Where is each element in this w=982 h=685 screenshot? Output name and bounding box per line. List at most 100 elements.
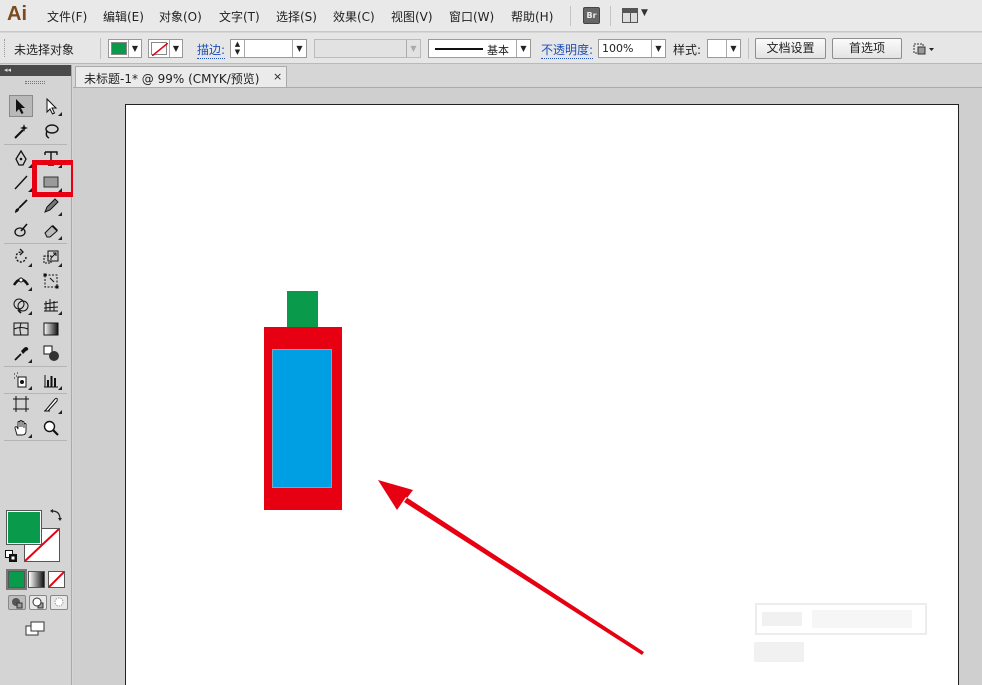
stroke-label-link[interactable]: 描边:: [197, 41, 226, 59]
arrange-icon[interactable]: [912, 41, 936, 57]
preferences-button[interactable]: 首选项: [832, 38, 902, 59]
menu-help[interactable]: 帮助(H): [511, 8, 553, 25]
opacity-value: 100%: [602, 42, 634, 55]
chevron-down-icon: ▼: [169, 40, 182, 57]
tool-flyout-indicator: [28, 287, 32, 291]
free-transform-tool[interactable]: [39, 270, 63, 292]
tools-panel: ◂◂: [0, 65, 72, 685]
tool-flyout-indicator: [28, 263, 32, 267]
document-setup-button[interactable]: 文档设置: [755, 38, 826, 59]
perspective-grid-tool[interactable]: [39, 294, 63, 316]
stroke-line-preview: [435, 48, 483, 50]
draw-normal-icon: [12, 598, 23, 609]
zoom-tool[interactable]: [39, 417, 63, 439]
none-mode-button[interactable]: [48, 571, 65, 588]
mesh-icon: [13, 322, 29, 336]
width-tool[interactable]: [9, 270, 33, 292]
fill-color-swatch[interactable]: [6, 510, 42, 545]
pen-tool[interactable]: [9, 147, 33, 169]
direct-selection-tool[interactable]: [39, 95, 63, 117]
chevron-down-icon[interactable]: ▼: [641, 8, 648, 18]
menu-edit[interactable]: 编辑(E): [103, 8, 144, 25]
symbol-sprayer-tool[interactable]: [9, 369, 33, 391]
shape-builder-tool[interactable]: [9, 294, 33, 316]
tool-flyout-indicator: [58, 263, 62, 267]
chevron-down-icon: ▼: [651, 40, 665, 57]
draw-behind-button[interactable]: [29, 595, 47, 610]
slice-tool[interactable]: [39, 393, 63, 415]
menu-window[interactable]: 窗口(W): [449, 8, 494, 25]
tool-separator: [4, 366, 67, 367]
opacity-label-link[interactable]: 不透明度:: [541, 41, 594, 59]
document-tab-title: 未标题-1* @ 99% (CMYK/预览): [84, 72, 260, 86]
menu-select[interactable]: 选择(S): [276, 8, 317, 25]
eyedropper-tool[interactable]: [9, 342, 33, 364]
tool-separator: [4, 440, 67, 441]
control-bar: 未选择对象 ▼ ▼ 描边: ▲ ▼ ▼ ▼ 基本 ▼ 不透明度: 100% ▼ 样…: [0, 33, 982, 64]
blob-brush-icon: [14, 223, 28, 237]
style-label: 样式:: [673, 43, 702, 57]
artboard-icon: [13, 396, 29, 412]
variable-width-dropdown[interactable]: ▼: [314, 39, 421, 58]
color-mode-button[interactable]: [6, 569, 27, 590]
graphic-style-dropdown[interactable]: ▼: [707, 39, 741, 58]
menu-effect[interactable]: 效果(C): [333, 8, 375, 25]
draw-inside-button[interactable]: [50, 595, 68, 610]
chevron-down-icon: ▼: [406, 40, 420, 57]
lasso-icon: [45, 124, 59, 139]
stroke-color-picker[interactable]: ▼: [148, 39, 183, 58]
panel-collapse-button[interactable]: ◂◂: [0, 65, 71, 76]
artboard-tool[interactable]: [9, 393, 33, 415]
opacity-dropdown[interactable]: 100% ▼: [598, 39, 666, 58]
line-segment-tool[interactable]: [9, 171, 33, 193]
blob-brush-tool[interactable]: [9, 219, 33, 241]
stroke-weight-dropdown[interactable]: ▲ ▼ ▼: [230, 39, 307, 58]
default-colors-icon[interactable]: [5, 550, 17, 562]
bottle-cap-shape[interactable]: [287, 291, 318, 328]
stroke-weight-stepper[interactable]: ▲ ▼: [231, 40, 245, 57]
magic-wand-tool[interactable]: [9, 120, 33, 142]
tool-flyout-indicator: [58, 236, 62, 240]
hand-tool[interactable]: [9, 417, 33, 439]
draw-inside-icon: [54, 597, 64, 607]
eraser-tool[interactable]: [39, 219, 63, 241]
free-transform-icon: [43, 273, 59, 289]
fill-color-picker[interactable]: ▼: [108, 39, 142, 58]
bridge-icon[interactable]: Br: [583, 7, 600, 24]
menu-file[interactable]: 文件(F): [47, 8, 87, 25]
lasso-tool[interactable]: [39, 120, 63, 142]
blend-tool[interactable]: [39, 342, 63, 364]
paintbrush-tool[interactable]: [9, 195, 33, 217]
no-fill-icon: [48, 571, 65, 588]
menu-separator: [570, 6, 571, 26]
pencil-tool[interactable]: [39, 195, 63, 217]
screen-mode-icon[interactable]: [24, 621, 46, 637]
rotate-tool[interactable]: [9, 246, 33, 268]
paintbrush-icon: [15, 199, 28, 213]
menu-view[interactable]: 视图(V): [391, 8, 433, 25]
tool-separator: [4, 243, 67, 244]
gradient-mode-button[interactable]: [28, 571, 45, 588]
panel-grip[interactable]: [25, 81, 45, 84]
chevron-down-icon: ▼: [128, 40, 141, 57]
selection-tool[interactable]: [9, 95, 33, 117]
control-bar-grip[interactable]: [4, 39, 7, 57]
workspace-switcher-icon[interactable]: [622, 8, 638, 23]
draw-normal-button[interactable]: [8, 595, 26, 610]
scale-tool[interactable]: [39, 246, 63, 268]
brush-definition-dropdown[interactable]: 基本 ▼: [428, 39, 531, 58]
mesh-tool[interactable]: [9, 318, 33, 340]
watermark-logo: [752, 600, 932, 670]
menu-object[interactable]: 对象(O): [159, 8, 202, 25]
document-tab[interactable]: 未标题-1* @ 99% (CMYK/预览) ×: [75, 66, 287, 87]
magnifier-icon: [43, 420, 59, 436]
app-logo: Ai: [7, 3, 27, 25]
gradient-tool[interactable]: [39, 318, 63, 340]
chevron-down-icon: ▼: [726, 40, 740, 57]
close-icon[interactable]: ×: [273, 70, 282, 83]
menu-type[interactable]: 文字(T): [219, 8, 260, 25]
column-graph-tool[interactable]: [39, 369, 63, 391]
magic-wand-icon: [14, 124, 28, 139]
bottle-label-shape[interactable]: [272, 349, 332, 488]
swap-fill-stroke-icon[interactable]: [49, 509, 63, 523]
